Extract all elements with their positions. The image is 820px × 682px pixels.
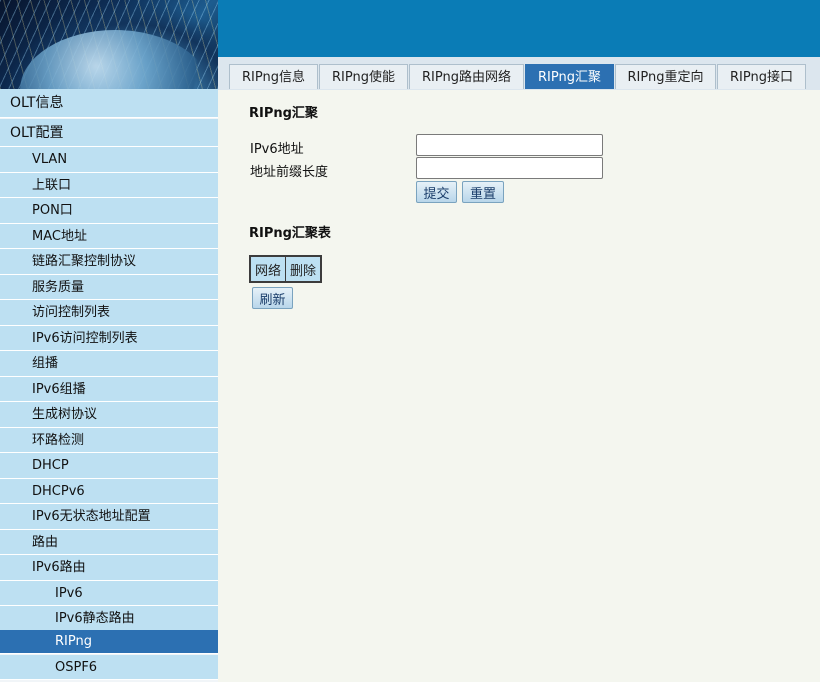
sidebar-item-dhcp[interactable]: DHCP bbox=[0, 453, 218, 479]
sidebar-item-ipv6-routing[interactable]: IPv6路由 bbox=[0, 555, 218, 581]
sidebar-item-ipv6-slaac[interactable]: IPv6无状态地址配置 bbox=[0, 504, 218, 530]
sidebar-item-olt-info[interactable]: OLT信息 bbox=[0, 89, 218, 118]
table-title: RIPng汇聚表 bbox=[249, 226, 331, 241]
header-bar bbox=[218, 0, 820, 57]
prefix-length-input[interactable] bbox=[416, 157, 603, 179]
ipv6-address-label: IPv6地址 bbox=[250, 142, 304, 157]
sidebar: OLT信息 OLT配置 VLAN 上联口 PON口 MAC地址 链路汇聚控制协议… bbox=[0, 89, 218, 682]
sidebar-item-ripng[interactable]: RIPng bbox=[0, 630, 218, 654]
sidebar-item-vlan[interactable]: VLAN bbox=[0, 147, 218, 173]
sidebar-item-acl[interactable]: 访问控制列表 bbox=[0, 300, 218, 326]
reset-button[interactable]: 重置 bbox=[462, 181, 504, 203]
sidebar-item-qos[interactable]: 服务质量 bbox=[0, 275, 218, 300]
sidebar-item-ipv6-acl[interactable]: IPv6访问控制列表 bbox=[0, 326, 218, 351]
sidebar-item-ipv6-multicast[interactable]: IPv6组播 bbox=[0, 377, 218, 402]
sidebar-item-mac-address[interactable]: MAC地址 bbox=[0, 224, 218, 249]
column-network: 网络 bbox=[249, 255, 287, 283]
sidebar-item-pon-port[interactable]: PON口 bbox=[0, 198, 218, 224]
sidebar-item-olt-config[interactable]: OLT配置 bbox=[0, 119, 218, 147]
sidebar-item-ipv6-static-route[interactable]: IPv6静态路由 bbox=[0, 606, 218, 632]
tab-ripng-interface[interactable]: RIPng接口 bbox=[717, 64, 806, 89]
refresh-button[interactable]: 刷新 bbox=[252, 287, 293, 309]
sidebar-item-ipv6[interactable]: IPv6 bbox=[0, 581, 218, 606]
sidebar-item-uplink-port[interactable]: 上联口 bbox=[0, 173, 218, 198]
sidebar-item-lacp[interactable]: 链路汇聚控制协议 bbox=[0, 249, 218, 275]
earth-network-logo-image bbox=[0, 0, 218, 89]
tab-ripng-aggregate[interactable]: RIPng汇聚 bbox=[525, 64, 614, 89]
prefix-length-label: 地址前缀长度 bbox=[250, 165, 329, 180]
aggregate-table: 网络 删除 bbox=[249, 255, 323, 283]
ipv6-address-input[interactable] bbox=[416, 134, 603, 156]
sidebar-item-ospf6[interactable]: OSPF6 bbox=[0, 655, 218, 680]
column-delete: 删除 bbox=[285, 255, 322, 283]
submit-button[interactable]: 提交 bbox=[416, 181, 457, 203]
sidebar-item-stp[interactable]: 生成树协议 bbox=[0, 402, 218, 428]
tab-ripng-redistribute[interactable]: RIPng重定向 bbox=[615, 64, 716, 89]
tab-ripng-info[interactable]: RIPng信息 bbox=[229, 64, 318, 89]
table-header-row: 网络 删除 bbox=[249, 255, 322, 283]
sidebar-item-routing[interactable]: 路由 bbox=[0, 530, 218, 555]
form-title: RIPng汇聚 bbox=[249, 106, 318, 121]
sidebar-item-loop-detection[interactable]: 环路检测 bbox=[0, 428, 218, 453]
tab-ripng-route-network[interactable]: RIPng路由网络 bbox=[409, 64, 524, 89]
sidebar-item-multicast[interactable]: 组播 bbox=[0, 351, 218, 377]
sidebar-item-dhcpv6[interactable]: DHCPv6 bbox=[0, 479, 218, 504]
tab-ripng-enable[interactable]: RIPng使能 bbox=[319, 64, 408, 89]
